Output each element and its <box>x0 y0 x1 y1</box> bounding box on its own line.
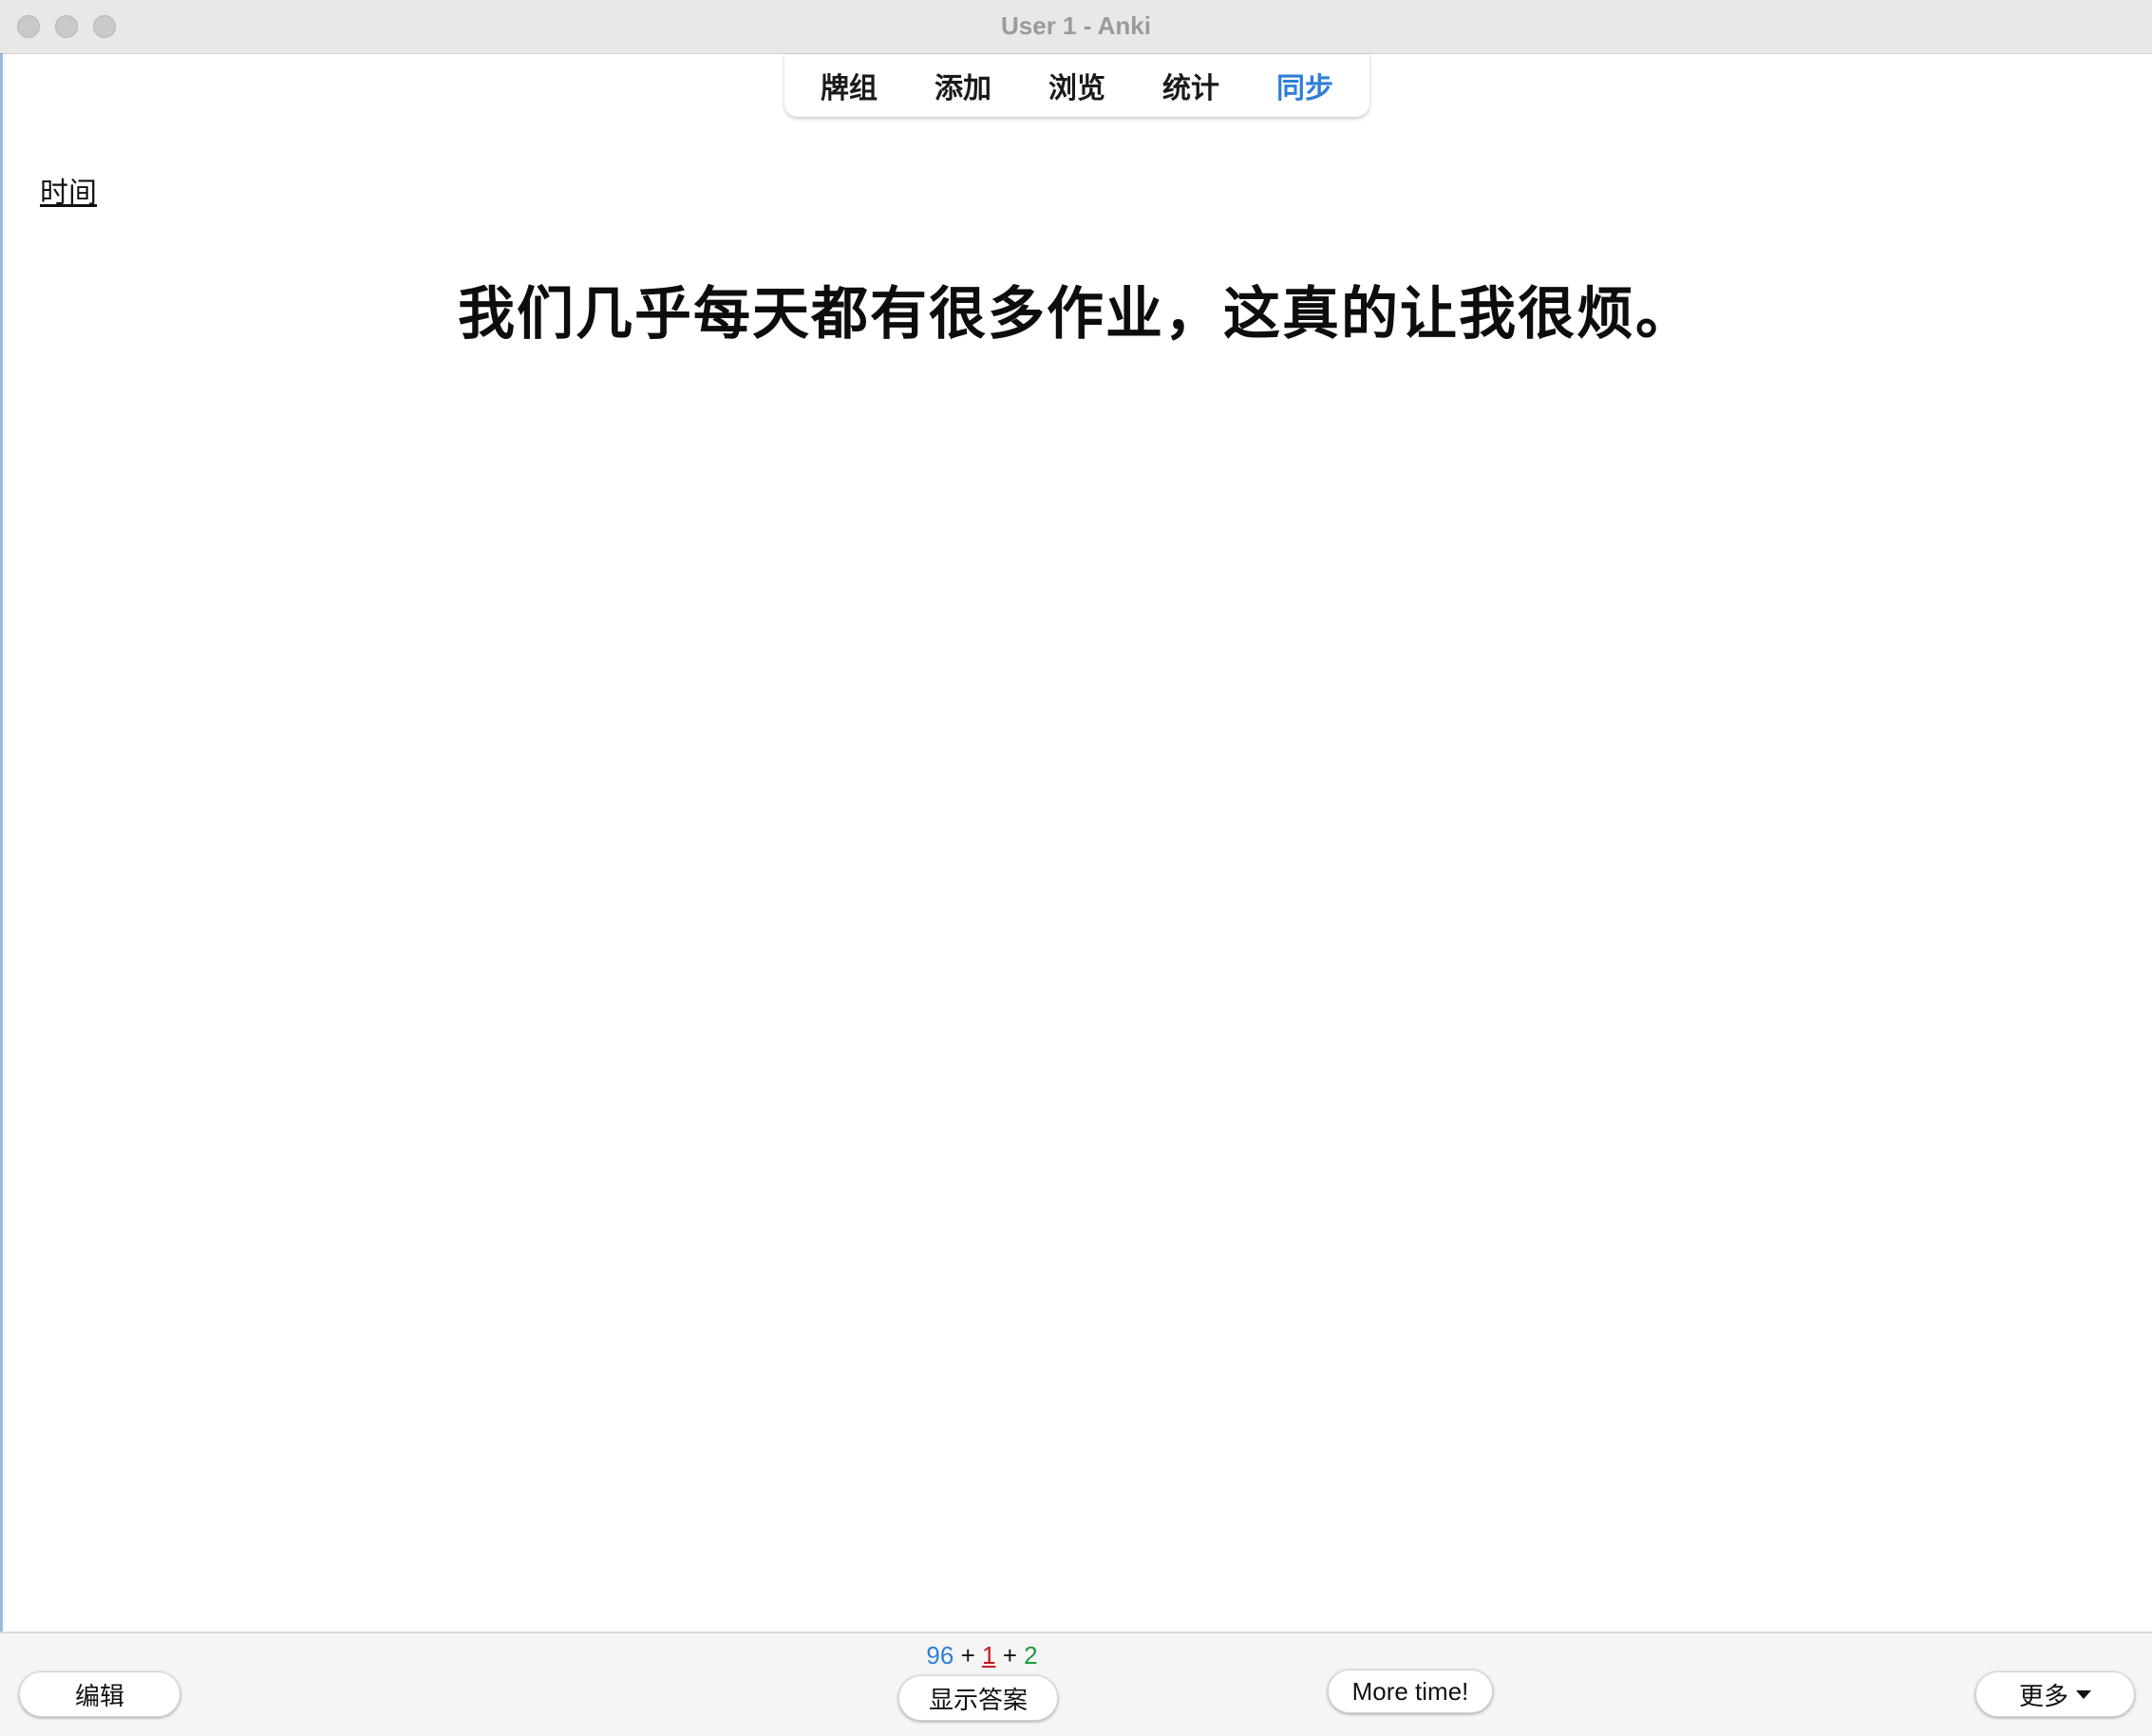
chevron-down-icon <box>2076 1689 2091 1699</box>
toolbar-browse-button[interactable]: 浏览 <box>1020 65 1134 106</box>
count-separator: + <box>1002 1641 1017 1670</box>
learning-count: 1 <box>981 1641 996 1670</box>
toolbar-stats-button[interactable]: 统计 <box>1134 65 1248 106</box>
show-answer-button[interactable]: 显示答案 <box>898 1675 1058 1721</box>
new-count: 96 <box>926 1641 954 1670</box>
edit-button-label: 编辑 <box>74 1682 124 1711</box>
toolbar-decks-button[interactable]: 牌组 <box>792 65 906 106</box>
review-count: 2 <box>1024 1641 1038 1670</box>
show-answer-label: 显示答案 <box>928 1686 1028 1715</box>
more-time-button[interactable]: More time! <box>1328 1670 1493 1713</box>
review-bottom-bar <box>0 1632 2152 1736</box>
toolbar-add-button[interactable]: 添加 <box>906 65 1020 106</box>
edit-button[interactable]: 编辑 <box>19 1671 180 1717</box>
toolbar-sync-button[interactable]: 同步 <box>1248 65 1362 106</box>
remaining-counts: 96 + 1 + 2 <box>898 1641 1066 1670</box>
card-question-text: 我们几乎每天都有很多作业，这真的让我很烦。 <box>458 281 1694 348</box>
more-menu-label: 更多 <box>2018 1682 2068 1711</box>
window-title: User 1 - Anki <box>1001 11 1151 40</box>
card-field-tag: 时间 <box>40 177 97 210</box>
more-menu-button[interactable]: 更多 <box>1975 1671 2135 1717</box>
main-toolbar: 牌组 添加 浏览 统计 同步 <box>784 54 1369 117</box>
more-time-label: More time! <box>1351 1676 1469 1706</box>
window-titlebar: User 1 - Anki <box>0 0 2152 54</box>
count-separator: + <box>960 1641 975 1670</box>
